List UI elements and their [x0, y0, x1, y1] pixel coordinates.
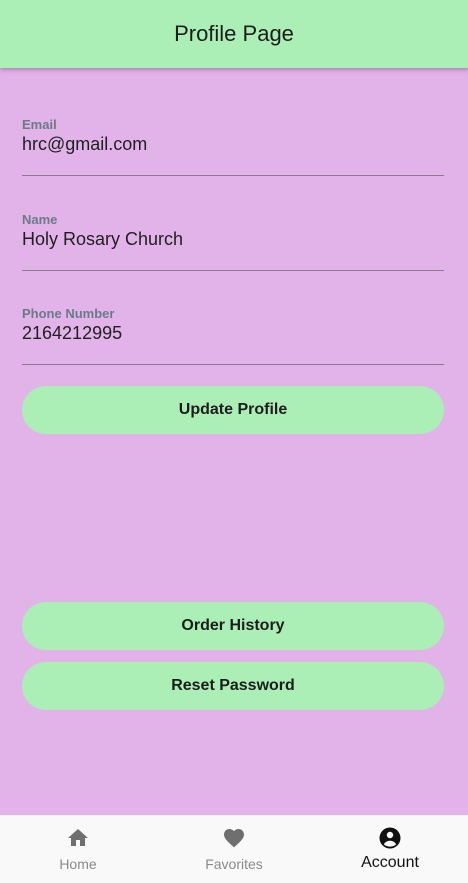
heart-icon [224, 829, 244, 848]
account-circle-icon [379, 827, 401, 849]
phone-field-value[interactable]: 2164212995 [22, 323, 122, 344]
name-field-value[interactable]: Holy Rosary Church [22, 229, 183, 250]
nav-item-home[interactable]: Home [0, 816, 156, 883]
reset-password-button[interactable]: Reset Password [22, 662, 444, 710]
nav-label-account: Account [361, 854, 419, 871]
nav-label-favorites: Favorites [205, 856, 263, 872]
order-history-button[interactable]: Order History [22, 602, 444, 650]
bottom-navigation: Home Favorites Account [0, 815, 468, 883]
name-field[interactable]: Name Holy Rosary Church [22, 212, 444, 271]
nav-item-account[interactable]: Account [312, 816, 468, 883]
page-title: Profile Page [174, 21, 294, 46]
email-field-value[interactable]: hrc@gmail.com [22, 134, 147, 155]
update-profile-button[interactable]: Update Profile [22, 386, 444, 434]
nav-label-home: Home [59, 856, 97, 872]
phone-field[interactable]: Phone Number 2164212995 [22, 306, 444, 365]
name-field-label: Name [22, 212, 58, 227]
phone-field-label: Phone Number [22, 306, 115, 321]
home-icon [68, 829, 88, 846]
app-bar: Profile Page [0, 0, 468, 68]
profile-content: Email hrc@gmail.com Name Holy Rosary Chu… [0, 68, 468, 815]
email-field-label: Email [22, 117, 57, 132]
email-field[interactable]: Email hrc@gmail.com [22, 117, 444, 176]
nav-item-favorites[interactable]: Favorites [156, 816, 312, 883]
